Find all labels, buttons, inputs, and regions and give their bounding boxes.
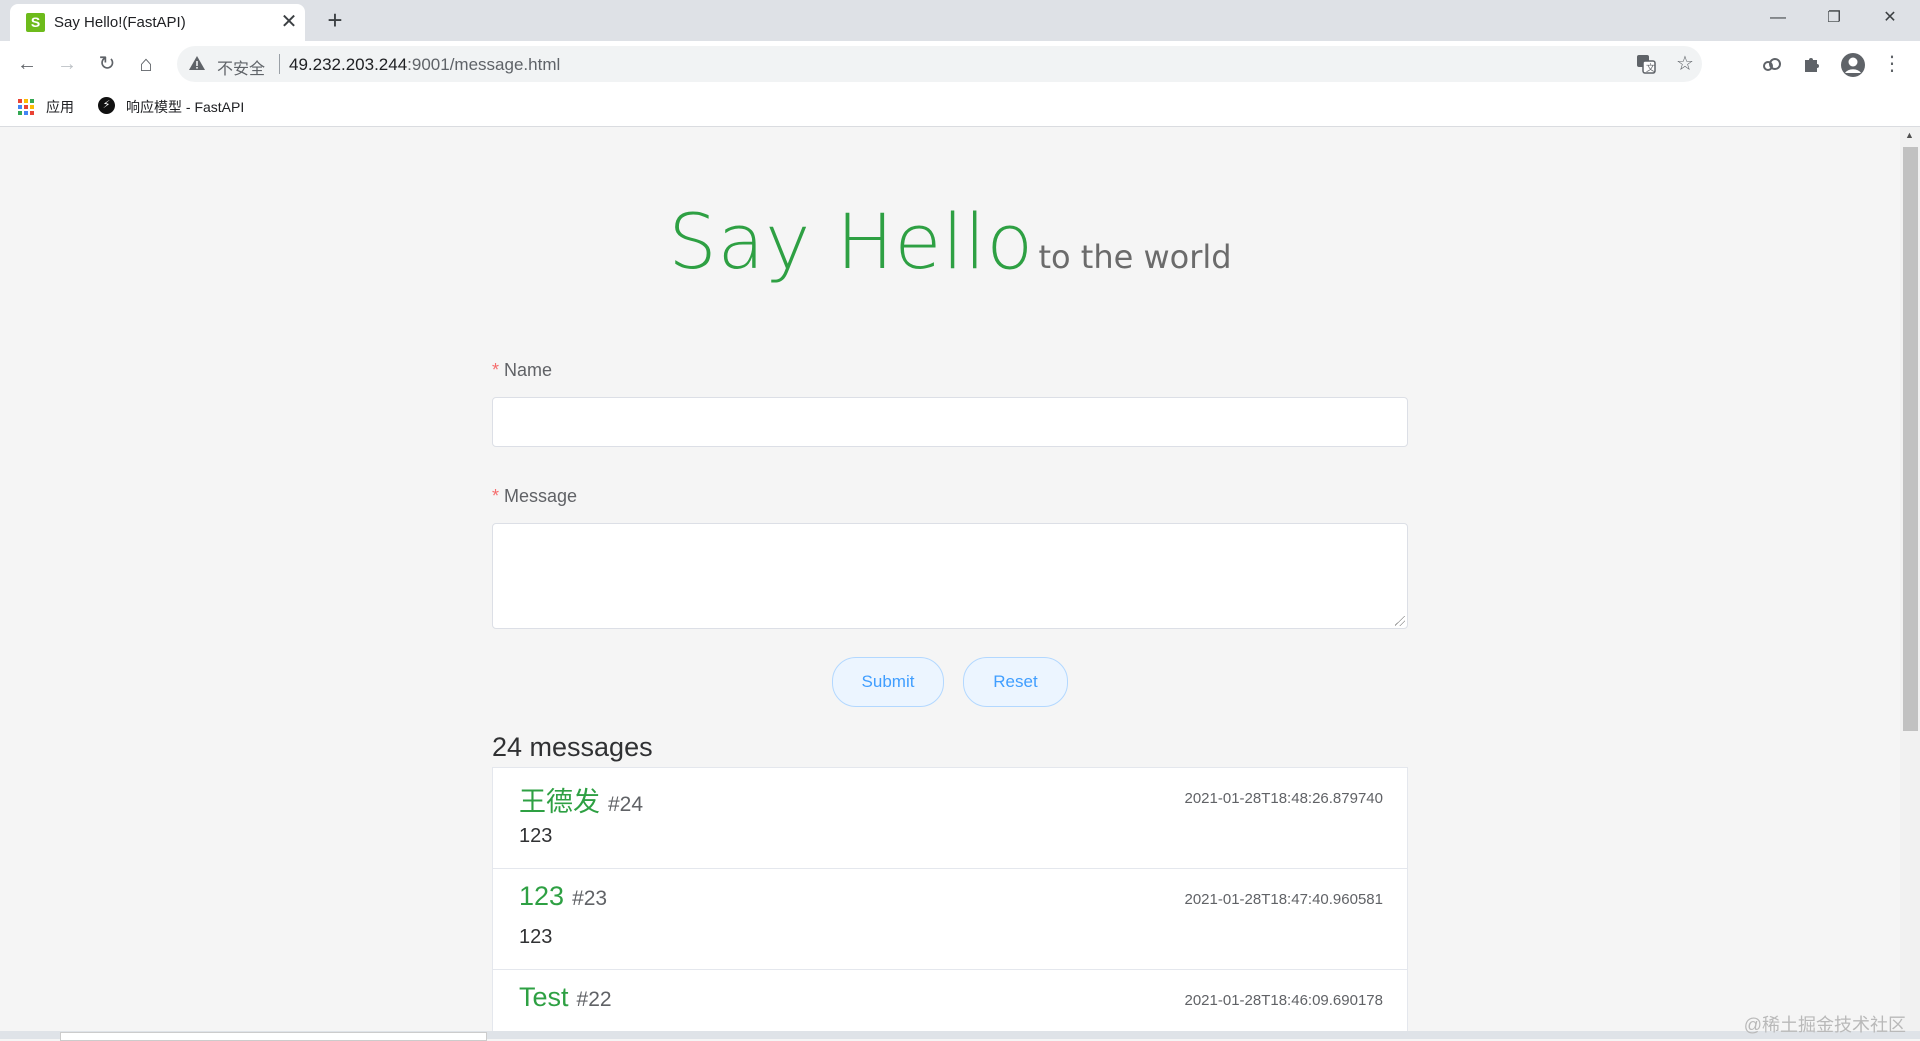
url-text[interactable]: 49.232.203.244:9001/message.html — [289, 55, 560, 75]
reload-button[interactable]: ↻ — [94, 51, 120, 77]
minimize-button[interactable]: — — [1750, 0, 1806, 36]
message-body: 123 — [519, 825, 553, 847]
scroll-thumb[interactable] — [1903, 147, 1918, 731]
close-window-button[interactable]: ✕ — [1862, 0, 1918, 36]
reset-button[interactable]: Reset — [963, 657, 1068, 707]
watermark: @稀土掘金技术社区 — [1743, 1015, 1906, 1035]
message-number: #22 — [576, 988, 612, 1011]
back-button[interactable]: ← — [14, 51, 40, 77]
apps-grid-icon[interactable] — [18, 99, 34, 115]
scroll-up-arrow-icon[interactable]: ▲ — [1905, 130, 1914, 140]
message-author: Test #22 — [519, 982, 612, 1013]
message-author: 123 #23 — [519, 881, 607, 912]
message-label: * Message — [492, 486, 577, 507]
required-mark: * — [492, 486, 500, 506]
not-secure-label[interactable]: 不安全 — [217, 55, 265, 79]
hero-heading: Say Hello to the world — [0, 197, 1900, 286]
message-author: 王德发 #24 — [519, 780, 643, 819]
name-label: * Name — [492, 360, 552, 381]
home-button[interactable]: ⌂ — [133, 51, 159, 77]
required-mark: * — [492, 360, 500, 380]
warning-icon[interactable] — [188, 54, 206, 72]
bookmarks-bar: 应用 ⚡ 响应模型 - FastAPI — [0, 87, 1920, 127]
message-card: Test #22 2021-01-28T18:46:09.690178 — [492, 969, 1408, 1031]
svg-text:文: 文 — [1646, 62, 1655, 74]
browser-tab[interactable]: S Say Hello!(FastAPI) ✕ — [10, 4, 305, 41]
close-tab-icon[interactable]: ✕ — [278, 11, 300, 33]
hero-subtitle: to the world — [1038, 238, 1232, 276]
name-label-text: Name — [504, 360, 553, 380]
message-card: 王德发 #24 2021-01-28T18:48:26.879740 123 — [492, 767, 1408, 869]
tab-strip: S Say Hello!(FastAPI) ✕ + — ❐ ✕ — [0, 0, 1920, 41]
author-name: 王德发 — [519, 787, 600, 817]
message-card: 123 #23 2021-01-28T18:47:40.960581 123 — [492, 868, 1408, 970]
restore-button[interactable]: ❐ — [1806, 0, 1862, 36]
page-viewport: Say Hello to the world * Name * Message Su… — [0, 127, 1900, 1031]
extensions-puzzle-icon[interactable] — [1800, 52, 1824, 76]
new-tab-button[interactable]: + — [322, 7, 348, 33]
forward-button[interactable]: → — [54, 51, 80, 77]
taskbar-window — [60, 1032, 487, 1041]
site-favicon-icon: S — [26, 13, 45, 32]
bookmark-fastapi[interactable]: 响应模型 - FastAPI — [126, 97, 244, 117]
bookmark-star-icon[interactable]: ☆ — [1674, 53, 1696, 75]
extension-cloud-icon[interactable] — [1760, 52, 1784, 76]
vertical-scrollbar[interactable]: ▲ — [1900, 127, 1920, 1031]
message-body: 123 — [519, 926, 553, 948]
profile-avatar-icon[interactable] — [1840, 52, 1865, 77]
translate-icon[interactable]: 文 — [1635, 53, 1657, 75]
address-bar[interactable]: 不安全 49.232.203.244:9001/message.html 文 ☆ — [177, 46, 1702, 82]
url-path: :9001/message.html — [407, 55, 561, 74]
message-number: #23 — [572, 887, 608, 910]
url-host: 49.232.203.244 — [289, 55, 408, 74]
hero-title: Say Hello — [668, 197, 1035, 286]
message-timestamp: 2021-01-28T18:46:09.690178 — [1184, 992, 1383, 1009]
messages-count: 24 messages — [492, 732, 653, 762]
tab-title: Say Hello!(FastAPI) — [54, 14, 186, 31]
message-number: #24 — [608, 793, 644, 816]
name-input[interactable] — [492, 397, 1408, 447]
resize-handle-icon[interactable] — [1395, 616, 1405, 626]
menu-kebab-icon[interactable]: ⋮ — [1880, 52, 1904, 76]
omnibox-divider — [279, 54, 280, 74]
message-timestamp: 2021-01-28T18:47:40.960581 — [1184, 891, 1383, 908]
message-label-text: Message — [504, 486, 578, 506]
fastapi-bolt-icon: ⚡ — [98, 97, 115, 114]
submit-button[interactable]: Submit — [832, 657, 944, 707]
author-name: Test — [519, 982, 569, 1012]
author-name: 123 — [519, 881, 565, 911]
message-textarea[interactable] — [492, 523, 1408, 629]
browser-toolbar: ← → ↻ ⌂ 不安全 49.232.203.244:9001/message.… — [0, 41, 1920, 87]
message-timestamp: 2021-01-28T18:48:26.879740 — [1184, 790, 1383, 807]
taskbar-strip — [0, 1031, 1920, 1041]
bookmark-apps[interactable]: 应用 — [46, 97, 74, 117]
